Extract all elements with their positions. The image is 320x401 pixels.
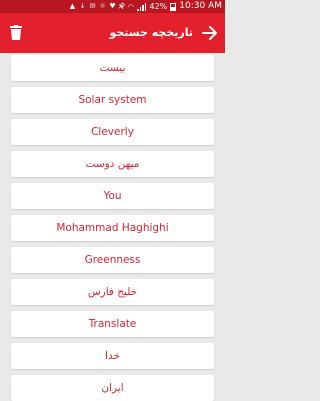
history-item[interactable]: بیست (11, 55, 214, 81)
arrow-right-icon[interactable] (201, 24, 219, 42)
signal-icon (137, 2, 147, 11)
battery-icon (170, 2, 177, 11)
history-item[interactable]: You (11, 183, 214, 209)
bug-icon: ☼ (99, 2, 106, 10)
history-item[interactable]: Mohammad Haghighi (11, 215, 214, 241)
battery-percent: 42% (149, 2, 168, 11)
history-item[interactable]: Solar system (11, 87, 214, 113)
trash-icon[interactable] (10, 25, 22, 40)
download-icon: ↓ (79, 2, 86, 10)
gmail-icon: ✉ (89, 2, 96, 10)
status-bar: ▲ ↓ ✉ ☼ ♥ ⚲ ✕ ◠ 42% 10:30 AM (0, 0, 225, 13)
history-item[interactable]: میهن دوست (11, 151, 214, 177)
history-item[interactable]: Greenness (11, 247, 214, 273)
wifi-icon: ◠ (127, 2, 135, 11)
heart-icon: ♥ (109, 2, 116, 10)
app-toolbar: تاریخچه جستجو (0, 13, 225, 53)
clock: 10:30 AM (179, 1, 222, 11)
history-item[interactable]: Translate (11, 311, 214, 337)
mute-icon: ✕ (118, 2, 124, 11)
history-item[interactable]: خلیج فارس (11, 279, 214, 305)
history-item[interactable]: خدا (11, 343, 214, 369)
history-item[interactable]: ایران (11, 375, 214, 401)
history-item[interactable]: Cleverly (11, 119, 214, 145)
page-title: تاریخچه جستجو (109, 26, 193, 39)
warning-icon: ▲ (69, 2, 76, 10)
system-icons: ✕ ◠ 42% 10:30 AM (117, 0, 222, 13)
